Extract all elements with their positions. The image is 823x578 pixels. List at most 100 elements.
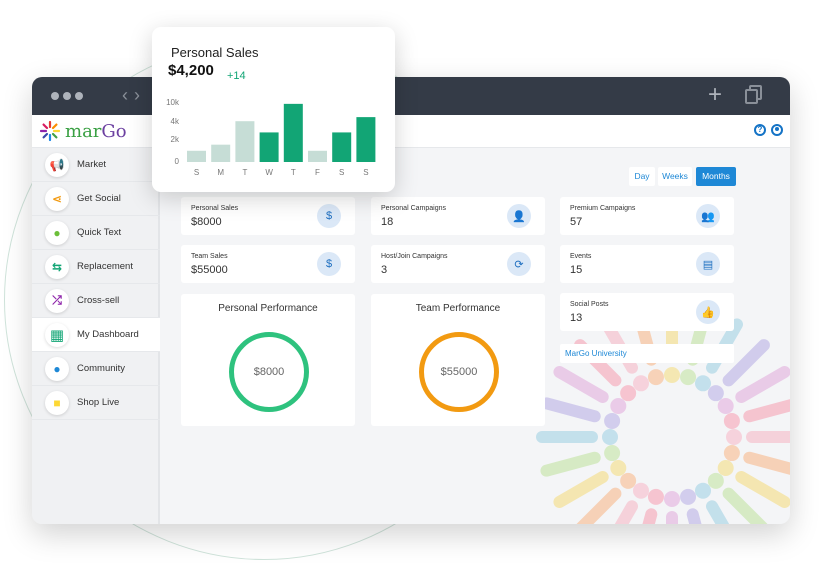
stat-label: Personal Campaigns (381, 205, 446, 212)
sunburst-ray (642, 508, 658, 524)
sunburst-dot (707, 472, 724, 489)
sunburst-ray (553, 366, 609, 403)
chart-bar (187, 150, 206, 162)
x-tick-label: F (315, 168, 320, 177)
dollar-coin-icon: $ (317, 252, 341, 276)
performance-ring: $8000 (229, 332, 309, 412)
sunburst-ray (735, 471, 790, 508)
stat-label: Personal Sales (191, 205, 239, 212)
x-tick-label: T (291, 168, 296, 177)
sunburst-ray (743, 451, 790, 475)
sunburst-ray (540, 397, 601, 423)
sunburst-dot (695, 482, 711, 499)
sunburst-dot (717, 460, 734, 476)
stat-label: Team Sales (191, 253, 228, 260)
stat-value: 13 (570, 312, 583, 324)
sunburst-dot (726, 429, 742, 445)
stat-value: 18 (381, 216, 394, 228)
sunburst-dot (647, 369, 664, 386)
x-tick-label: M (217, 168, 224, 177)
y-tick-label: 2k (171, 135, 180, 144)
chart-bar (283, 103, 303, 162)
stat-social-posts[interactable]: Social Posts 13 👍 (560, 293, 734, 331)
sunburst-dot (707, 385, 724, 402)
stat-personal-sales[interactable]: Personal Sales $8000 $ (181, 197, 355, 235)
refresh-icon: ⟳ (507, 252, 531, 276)
card-title: Personal Performance (218, 303, 318, 314)
sunburst-dot (604, 412, 621, 429)
stat-value: 3 (381, 264, 388, 276)
sunburst-ray (540, 451, 601, 477)
stat-value: 15 (570, 264, 583, 276)
chart-bar (332, 132, 352, 162)
margo-university-link[interactable]: MarGo University (560, 344, 734, 363)
sunburst-ray (706, 500, 730, 524)
calendar-icon: ▤ (696, 252, 720, 276)
chart-bar (308, 150, 327, 162)
sunburst-dot (620, 385, 637, 402)
dollar-coin-icon: $ (317, 204, 341, 228)
stat-label: Premium Campaigns (570, 205, 636, 212)
sunburst-dot (633, 375, 649, 392)
sunburst-ray (743, 399, 790, 423)
stat-value: $55000 (191, 264, 228, 276)
card-title: Team Performance (415, 303, 501, 314)
personal-performance-card: Personal Performance $8000 (181, 294, 355, 426)
x-tick-label: S (339, 168, 344, 177)
sunburst-dot (664, 491, 680, 507)
sunburst-ray (722, 487, 768, 524)
team-performance-card: Team Performance $55000 (371, 294, 545, 426)
group-icon: 👥 (696, 204, 720, 228)
sunburst-ray (553, 471, 609, 508)
period-weeks-button[interactable]: Weeks (658, 167, 692, 186)
sunburst-dot (723, 445, 740, 462)
y-tick-label: 4k (171, 117, 180, 126)
sunburst-dot (620, 472, 637, 489)
personal-sales-popup: Personal Sales $4,200 +14 0 2k 4k 10k S M T W T F… (152, 27, 395, 192)
stat-team-sales[interactable]: Team Sales $55000 $ (181, 245, 355, 283)
stat-premium-campaigns[interactable]: Premium Campaigns 57 👥 (560, 197, 734, 235)
sunburst-dot (604, 445, 621, 462)
stat-value: 57 (570, 216, 583, 228)
period-months-button[interactable]: Months (696, 167, 736, 186)
stat-personal-campaigns[interactable]: Personal Campaigns 18 👤 (371, 197, 545, 235)
x-tick-label: W (265, 168, 273, 177)
person-icon: 👤 (507, 204, 531, 228)
sunburst-dot (717, 398, 734, 414)
stat-value: $8000 (191, 216, 222, 228)
sunburst-dot (664, 367, 680, 383)
x-tick-label: S (363, 168, 368, 177)
chart-bar (259, 132, 279, 162)
chart-bar (211, 144, 231, 162)
app-window: ‹› + marGo ? 📢 Market ⋖ Get Social ● Qui… (32, 77, 790, 524)
x-tick-label: S (194, 168, 199, 177)
sunburst-ray (735, 366, 790, 403)
sunburst-ray (576, 487, 622, 524)
sunburst-dot (647, 488, 664, 505)
stat-events[interactable]: Events 15 ▤ (560, 245, 734, 283)
sunburst-dot (602, 429, 618, 445)
sunburst-dot (610, 398, 627, 414)
sunburst-dot (633, 482, 649, 499)
sunburst-dot (680, 369, 697, 386)
stat-label: Events (570, 253, 592, 260)
thumbs-up-icon: 👍 (696, 300, 720, 324)
y-tick-label: 10k (166, 98, 180, 107)
sunburst-dot (695, 375, 711, 392)
performance-ring: $55000 (419, 332, 499, 412)
stat-host-join-campaigns[interactable]: Host/Join Campaigns 3 ⟳ (371, 245, 545, 283)
sunburst-dot (680, 488, 697, 505)
stat-label: Host/Join Campaigns (381, 253, 448, 260)
sunburst-dot (723, 412, 740, 429)
y-tick-label: 0 (175, 157, 180, 166)
chart-bar (235, 121, 255, 162)
period-day-button[interactable]: Day (629, 167, 655, 186)
sunburst-dot (610, 460, 627, 476)
chart-bar (356, 117, 376, 162)
weekly-sales-chart: 0 2k 4k 10k S M T W T F S S (166, 98, 376, 177)
stat-label: Social Posts (570, 301, 609, 308)
sunburst-ray (614, 500, 638, 524)
ring-value: $8000 (253, 366, 285, 378)
ring-value: $55000 (440, 366, 478, 378)
x-tick-label: T (242, 168, 247, 177)
